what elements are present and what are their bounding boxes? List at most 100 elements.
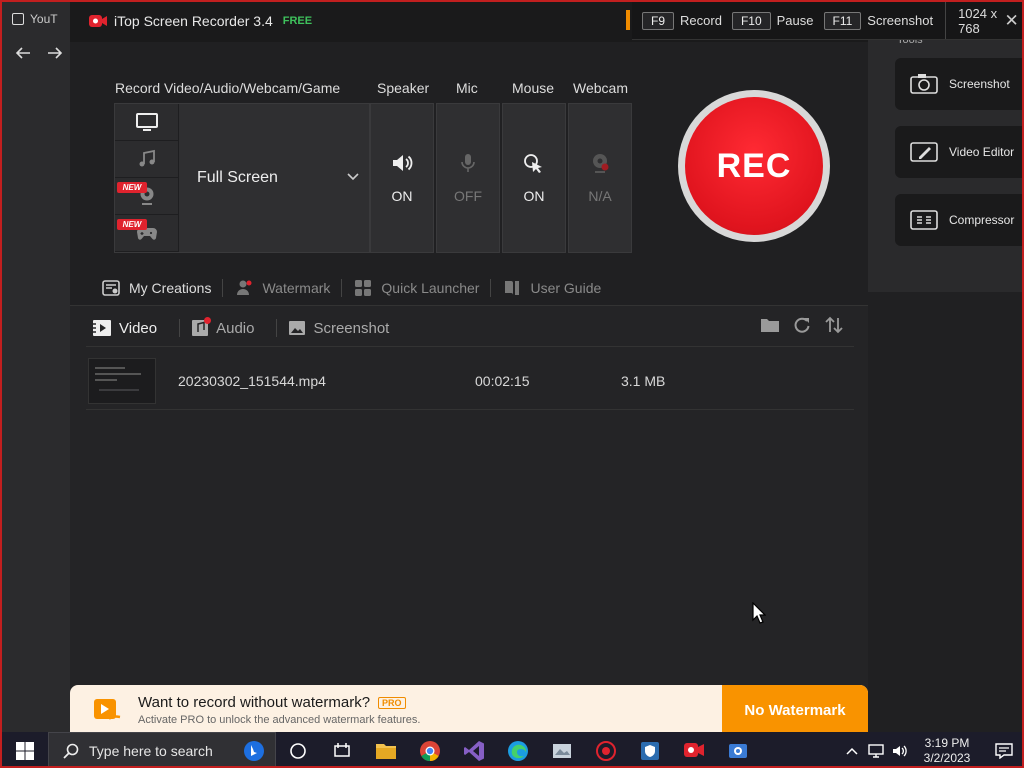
- tool-compressor[interactable]: Compressor N: [895, 194, 1022, 246]
- new-badge: NEW: [117, 182, 147, 193]
- back-arrow-icon[interactable]: [10, 40, 36, 66]
- nav-quick-launcher[interactable]: Quick Launcher: [342, 278, 490, 298]
- record-mode-label: Record Video/Audio/Webcam/Game: [115, 80, 341, 96]
- chevron-down-icon: [347, 170, 359, 184]
- tools-panel-lower: [868, 292, 1022, 732]
- chevron-up-icon[interactable]: [840, 732, 864, 766]
- file-explorer-icon[interactable]: [364, 732, 408, 766]
- windows-logo-icon: [16, 742, 34, 760]
- chrome-icon[interactable]: [408, 732, 452, 766]
- folder-icon[interactable]: [760, 316, 780, 334]
- shield-icon[interactable]: [628, 732, 672, 766]
- video-thumbnail: [88, 357, 156, 404]
- edge-icon[interactable]: [496, 732, 540, 766]
- mode-screen[interactable]: [115, 104, 179, 141]
- creations-toolbar: [760, 316, 844, 334]
- file-duration: 00:02:15: [475, 372, 530, 389]
- task-view-icon[interactable]: [276, 732, 320, 766]
- close-icon[interactable]: ✕: [1003, 11, 1020, 31]
- system-tray: 3:19 PM 3/2/2023: [840, 732, 1022, 766]
- clock-time: 3:19 PM: [924, 736, 970, 750]
- webcam-off-icon: [593, 154, 609, 173]
- nav-watermark[interactable]: Watermark: [223, 278, 341, 298]
- nav-user-guide[interactable]: User Guide: [491, 278, 612, 298]
- mode-game[interactable]: NEW: [115, 215, 179, 252]
- widgets-icon[interactable]: [320, 732, 364, 766]
- speaker-toggle[interactable]: ON: [370, 103, 434, 253]
- watermark-promo-icon: [94, 699, 121, 720]
- mouse-toggle[interactable]: ON: [502, 103, 566, 253]
- record-mode-panel: NEW NEW Full Screen: [114, 103, 370, 253]
- record-hotkey-label: Record: [680, 13, 722, 28]
- watermark-banner-text: Want to record without watermark? PRO Ac…: [138, 694, 420, 726]
- forward-arrow-icon[interactable]: [42, 40, 68, 66]
- tab-audio[interactable]: Audio: [191, 317, 265, 337]
- tool-video-editor-label: Video Editor: [949, 145, 1015, 159]
- taskbar-search[interactable]: Type here to search: [48, 732, 276, 766]
- itop-recorder-taskbar-icon[interactable]: [672, 732, 716, 766]
- browser-tab-label: YouT: [30, 12, 58, 26]
- tab-screenshot[interactable]: Screenshot: [288, 319, 400, 337]
- file-size: 3.1 MB: [621, 372, 666, 389]
- rec-button-ring: REC: [678, 90, 830, 242]
- screenshot-hotkey-label: Screenshot: [867, 13, 934, 28]
- mic-toggle[interactable]: OFF: [436, 103, 500, 253]
- book-icon: [505, 281, 520, 295]
- file-row[interactable]: 20230302_151544.mp4 00:02:15 3.1 MB: [86, 352, 854, 410]
- nav-watermark-label: Watermark: [262, 280, 331, 296]
- new-badge: NEW: [117, 219, 147, 230]
- taskbar-search-placeholder: Type here to search: [89, 743, 213, 759]
- tool-screenshot[interactable]: Screenshot: [895, 58, 1022, 110]
- watermark-title-text: Want to record without watermark?: [138, 694, 371, 711]
- divider: [179, 319, 181, 337]
- tool-video-editor[interactable]: Video Editor N: [895, 126, 1022, 178]
- divider: [276, 319, 278, 337]
- orange-accent: [626, 10, 630, 30]
- watermark-banner: Want to record without watermark? PRO Ac…: [70, 685, 868, 735]
- watermark-banner-title: Want to record without watermark? PRO: [138, 694, 420, 711]
- mic-label: Mic: [456, 80, 478, 96]
- tab-audio-label: Audio: [216, 319, 255, 337]
- rec-button[interactable]: REC: [685, 97, 823, 235]
- bing-icon: [244, 741, 264, 761]
- mouse-cursor-icon: [752, 602, 766, 624]
- no-watermark-button[interactable]: No Watermark: [722, 685, 868, 735]
- security-app-icon[interactable]: [584, 732, 628, 766]
- nav-user-guide-label: User Guide: [530, 280, 602, 296]
- mode-audio[interactable]: [115, 141, 179, 178]
- tab-video[interactable]: Video: [92, 319, 168, 337]
- image-icon: [289, 321, 306, 335]
- refresh-icon[interactable]: [792, 316, 812, 334]
- browser-tab[interactable]: YouT: [12, 8, 70, 30]
- visual-studio-icon[interactable]: [452, 732, 496, 766]
- sort-icon[interactable]: [824, 316, 844, 334]
- notifications-icon[interactable]: [982, 732, 1022, 766]
- mode-webcam[interactable]: NEW: [115, 178, 179, 215]
- watermark-banner-subtitle: Activate PRO to unlock the advanced wate…: [138, 714, 421, 726]
- capture-area-select[interactable]: Full Screen: [179, 104, 369, 252]
- screenshot-app-icon[interactable]: [716, 732, 760, 766]
- secondary-nav: My Creations Watermark Quick Launcher Us…: [90, 272, 612, 304]
- start-button[interactable]: [2, 732, 48, 766]
- capture-area-value: Full Screen: [197, 169, 278, 186]
- clock-date: 3/2/2023: [923, 751, 971, 765]
- nav-my-creations[interactable]: My Creations: [90, 278, 222, 298]
- creations-tabs: Video Audio Screenshot: [92, 316, 411, 340]
- volume-icon[interactable]: [888, 732, 912, 766]
- app-window-icon[interactable]: [540, 732, 584, 766]
- search-icon: [63, 743, 79, 759]
- record-hotkey: F9: [642, 11, 675, 30]
- clock[interactable]: 3:19 PM 3/2/2023: [912, 736, 982, 766]
- tool-screenshot-label: Screenshot: [949, 77, 1010, 91]
- speaker-label: Speaker: [377, 80, 430, 96]
- browser-window: YouT: [2, 2, 70, 732]
- webcam-toggle[interactable]: N/A: [568, 103, 632, 253]
- microphone-icon: [461, 154, 475, 172]
- app-logo-icon: [89, 15, 107, 27]
- mouse-click-icon: [524, 154, 542, 173]
- network-icon[interactable]: [864, 732, 888, 766]
- launcher-icon: [355, 280, 372, 296]
- pause-hotkey-label: Pause: [776, 13, 814, 28]
- free-badge: FREE: [282, 15, 313, 27]
- mouse-label: Mouse: [512, 80, 555, 96]
